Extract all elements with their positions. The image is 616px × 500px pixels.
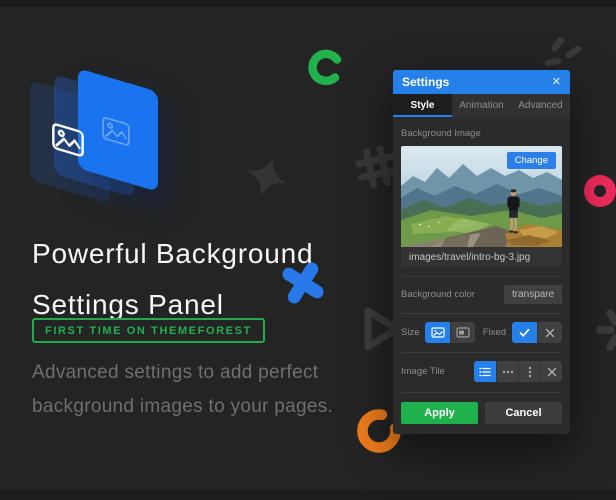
description-line-1: Advanced settings to add perfect: [32, 356, 362, 390]
tab-bar: Style Animation Advanced: [393, 94, 570, 117]
image-tile-row: Image Tile: [401, 352, 562, 382]
dots-vertical-icon: [528, 366, 532, 378]
page-title: Powerful Background Settings Panel: [32, 228, 362, 330]
gray-star-icon: [242, 152, 292, 202]
image-icon: [102, 115, 130, 147]
x-icon: [545, 328, 555, 338]
top-divider: [0, 0, 616, 7]
fixed-on-button[interactable]: [512, 322, 537, 343]
image-path: images/travel/intro-bg-3.jpg: [401, 247, 562, 267]
close-icon[interactable]: ✕: [552, 77, 561, 88]
tile-repeat-button[interactable]: [474, 361, 496, 382]
fixed-segmented-control: [512, 322, 562, 343]
image-full-icon: [431, 327, 445, 338]
check-icon: [519, 328, 530, 338]
image-tile-segmented-control: [474, 361, 562, 382]
description-line-2: background images to your pages.: [32, 390, 362, 424]
first-time-badge: FIRST TIME ON THEMEFOREST: [32, 318, 265, 343]
background-image-label: Background Image: [401, 128, 562, 139]
background-image-preview-block: Change images/travel/intro-bg-3.jpg: [401, 146, 562, 267]
page-description: Advanced settings to add perfect backgro…: [32, 356, 362, 424]
green-ring-icon: [306, 47, 346, 87]
tab-advanced[interactable]: Advanced: [511, 94, 570, 117]
background-color-input[interactable]: [504, 285, 562, 304]
background-color-row: Background color: [401, 276, 562, 304]
gray-asterisk-icon: [590, 304, 616, 356]
image-tile-label: Image Tile: [401, 366, 445, 377]
settings-panel: Settings ✕ Style Animation Advanced Back…: [393, 70, 570, 434]
panel-footer: Apply Cancel: [401, 392, 562, 426]
change-button[interactable]: Change: [507, 152, 556, 169]
cancel-button[interactable]: Cancel: [485, 402, 562, 424]
layers-illustration: [30, 80, 210, 240]
size-segmented-control: [425, 322, 475, 343]
fixed-label: Fixed: [483, 327, 506, 338]
tile-horizontal-button[interactable]: [496, 361, 518, 382]
tile-vertical-button[interactable]: [518, 361, 540, 382]
tab-animation[interactable]: Animation: [452, 94, 511, 117]
background-image-preview: Change: [401, 146, 562, 247]
background-color-label: Background color: [401, 289, 475, 300]
panel-body: Background Image: [393, 117, 570, 434]
sparkle-dashes-icon: [545, 33, 589, 73]
bottom-divider: [0, 490, 616, 500]
title-line-1: Powerful Background: [32, 228, 362, 279]
x-icon: [547, 367, 557, 377]
size-full-button[interactable]: [425, 322, 450, 343]
tile-grid-icon: [479, 367, 491, 377]
size-custom-button[interactable]: [450, 322, 475, 343]
tile-none-button[interactable]: [540, 361, 562, 382]
apply-button[interactable]: Apply: [401, 402, 478, 424]
panel-title: Settings: [402, 75, 449, 89]
image-small-icon: [456, 327, 470, 338]
fixed-off-button[interactable]: [537, 322, 562, 343]
size-label: Size: [401, 327, 419, 338]
pink-donut-icon: [581, 172, 616, 210]
dots-horizontal-icon: [502, 370, 514, 374]
tab-style[interactable]: Style: [393, 94, 452, 117]
size-fixed-row: Size: [401, 313, 562, 343]
panel-header[interactable]: Settings ✕: [393, 70, 570, 94]
